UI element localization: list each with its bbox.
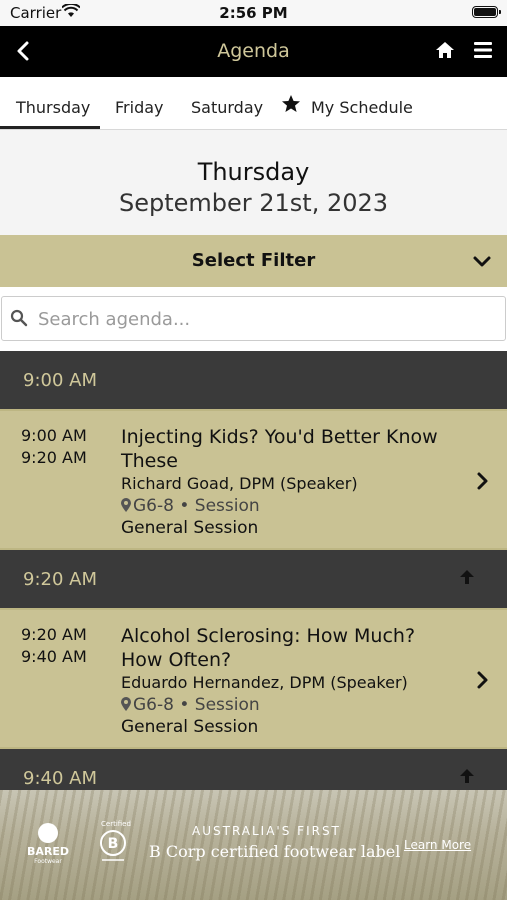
chevron-down-icon (473, 256, 491, 267)
time-slot-label: 9:00 AM (23, 370, 97, 391)
star-icon[interactable] (281, 94, 301, 114)
ad-headline: AUSTRALIA'S FIRST (192, 824, 341, 838)
session-speaker: Richard Goad, DPM (Speaker) (121, 474, 358, 493)
bcorp-certified-label: Certified (101, 820, 131, 828)
brand-name: BARED (27, 845, 70, 858)
day-header: Thursday September 21st, 2023 (0, 130, 507, 235)
ad-banner[interactable]: BARED Footwear Certified B AUSTRALIA'S F… (0, 790, 507, 900)
top-nav-bar: Agenda (0, 26, 507, 77)
session-card[interactable]: 9:20 AM 9:40 AM Alcohol Sclerosing: How … (0, 608, 507, 749)
hamburger-menu-icon[interactable] (473, 40, 493, 60)
session-speaker: Eduardo Hernandez, DPM (Speaker) (121, 673, 408, 692)
day-weekday: Thursday (197, 158, 310, 186)
chevron-right-icon (477, 671, 488, 689)
search-icon (10, 309, 28, 327)
home-icon[interactable] (434, 39, 456, 61)
session-start-time: 9:00 AM (21, 426, 87, 445)
day-date: September 21st, 2023 (118, 189, 389, 217)
svg-text:B: B (108, 836, 119, 852)
arrow-up-icon[interactable] (458, 767, 476, 785)
tab-my-schedule[interactable]: My Schedule (311, 98, 413, 117)
location-pin-icon (121, 697, 131, 711)
time-slot-header: 9:00 AM (0, 351, 507, 409)
brand-sub: Footwear (34, 858, 62, 865)
time-slot-label: 9:40 AM (23, 768, 97, 789)
search-box[interactable] (1, 296, 506, 341)
search-bar (0, 287, 507, 351)
filter-label: Select Filter (191, 250, 316, 271)
b-corp-logo: B (100, 830, 126, 861)
tab-friday[interactable]: Friday (115, 98, 164, 117)
day-tabs: Thursday Friday Saturday My Schedule (0, 77, 507, 130)
session-location-text: G6-8 • Session (133, 496, 260, 516)
active-tab-indicator (0, 126, 100, 129)
clock: 2:56 PM (219, 4, 288, 22)
session-start-time: 9:20 AM (21, 625, 87, 644)
learn-more-link[interactable]: Learn More (404, 838, 471, 852)
battery-icon (472, 6, 501, 18)
chevron-right-icon (477, 472, 488, 490)
session-location-text: G6-8 • Session (133, 695, 260, 715)
select-filter-dropdown[interactable]: Select Filter (0, 235, 507, 287)
session-title: Injecting Kids? You'd Better Know These (121, 426, 438, 472)
bared-logo: BARED Footwear (27, 823, 69, 867)
ad-subheadline: B Corp certified footwear label (149, 842, 401, 861)
time-slot-header: 9:20 AM (0, 550, 507, 608)
session-location: G6-8 • Session (121, 695, 260, 715)
session-location: G6-8 • Session (121, 496, 260, 516)
tab-saturday[interactable]: Saturday (191, 98, 263, 117)
search-input[interactable] (36, 303, 490, 335)
session-end-time: 9:20 AM (21, 448, 87, 467)
page-title: Agenda (217, 40, 290, 62)
session-end-time: 9:40 AM (21, 647, 87, 666)
session-title: Alcohol Sclerosing: How Much? How Often? (121, 625, 416, 671)
tab-thursday[interactable]: Thursday (16, 98, 90, 117)
session-track: General Session (121, 717, 259, 737)
status-bar: Carrier 2:56 PM (0, 0, 507, 26)
location-pin-icon (121, 498, 131, 512)
arrow-up-icon[interactable] (458, 568, 476, 586)
session-track: General Session (121, 518, 259, 538)
time-slot-label: 9:20 AM (23, 569, 97, 590)
session-card[interactable]: 9:00 AM 9:20 AM Injecting Kids? You'd Be… (0, 409, 507, 550)
